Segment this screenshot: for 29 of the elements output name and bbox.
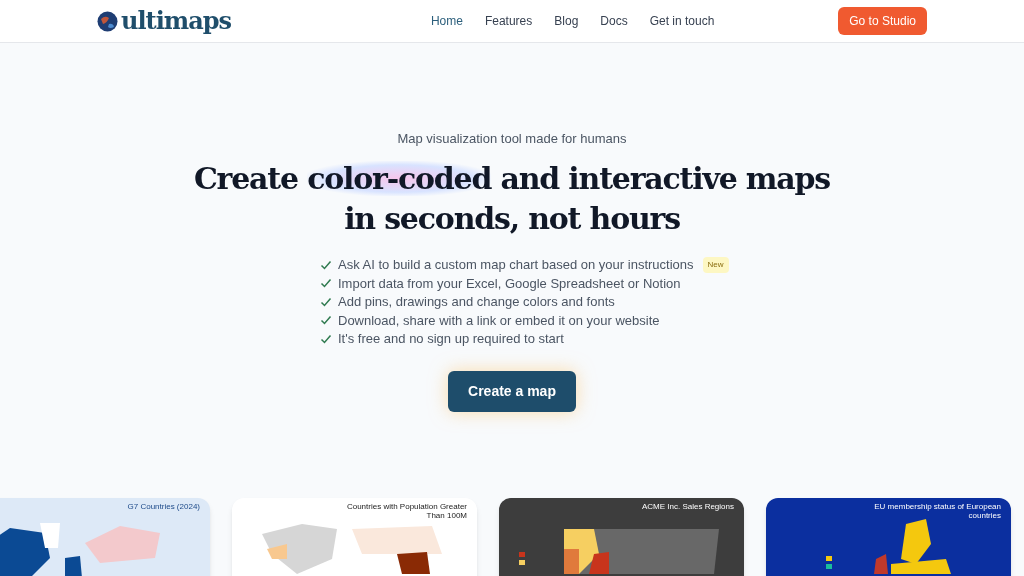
map-title: ACME Inc. Sales Regions <box>641 501 734 511</box>
nav-link[interactable]: Get in touch <box>649 12 715 30</box>
new-tag: New <box>702 256 729 273</box>
check-icon <box>320 277 332 290</box>
feature-text: Add pins, drawings and change colors and fonts <box>338 294 615 310</box>
check-icon <box>320 258 332 271</box>
globe-icon <box>97 10 118 32</box>
nav-link[interactable]: Features <box>484 12 533 30</box>
map-card[interactable]: ACME Inc. Sales Regions <box>499 497 744 576</box>
map-title: Countries with Population Greater Than 100M <box>345 501 467 520</box>
map-title: G7 Countries (2024) <box>127 501 200 511</box>
feature-text: Ask AI to build a custom map chart based on your instructions <box>338 256 694 273</box>
check-icon <box>320 314 332 327</box>
nav-link[interactable]: Docs <box>600 12 628 30</box>
check-icon <box>320 295 332 308</box>
feature-text: Import data from your Excel, Google Spreadsheet or Notion <box>338 275 681 291</box>
map-card[interactable]: EU membership status of European countries <box>766 497 1011 576</box>
feature-text: It's free and no sign up required to start <box>338 331 564 347</box>
feature-text: Download, share with a link or embed it on your website <box>338 312 660 328</box>
logo-text[interactable]: ultimaps <box>121 3 231 39</box>
nav-link[interactable]: Blog <box>554 12 579 30</box>
headline: Create color-coded and interactive maps in seconds, not hours <box>192 159 832 238</box>
nav-link[interactable]: Home <box>430 12 463 30</box>
map-card[interactable]: Countries with Population Greater Than 100M <box>232 497 477 576</box>
create-map-button[interactable]: Create a map <box>448 370 576 412</box>
map-card[interactable]: G7 Countries (2024) <box>0 497 210 576</box>
check-icon <box>320 332 332 345</box>
tagline: Map visualization tool made for humans <box>397 130 627 148</box>
map-title: EU membership status of European countries <box>873 501 1001 520</box>
